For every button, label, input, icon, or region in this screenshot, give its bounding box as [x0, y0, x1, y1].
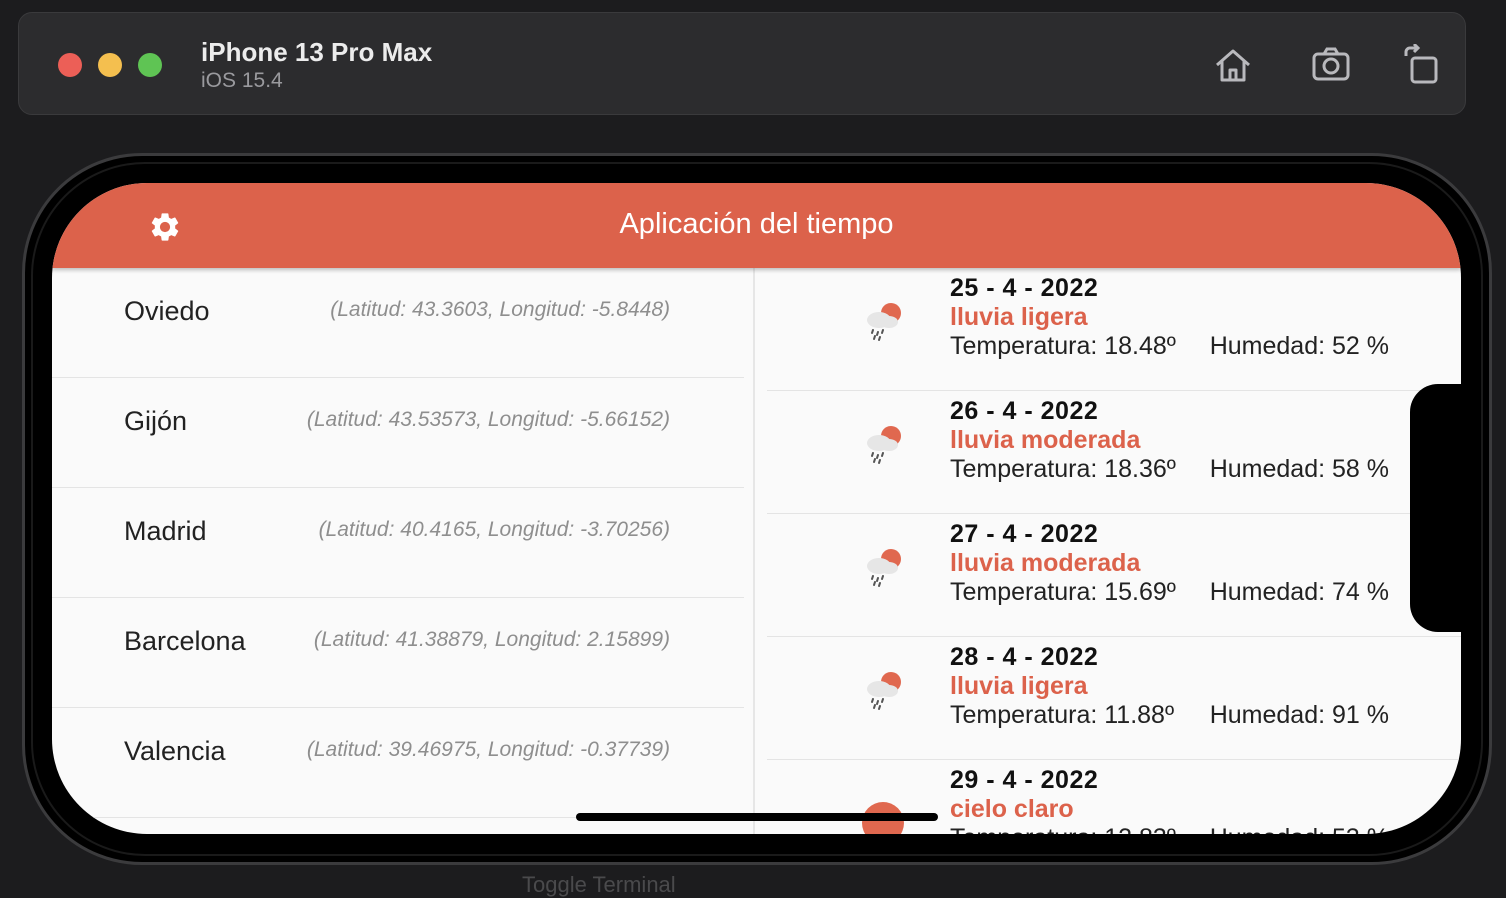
rain-cloud-icon — [867, 303, 901, 341]
city-name: Oviedo — [124, 296, 210, 326]
rain-cloud-icon — [867, 672, 901, 710]
forecast-date: 29 - 4 - 2022 — [950, 766, 1099, 794]
forecast-temperature: Temperatura: 15.69º — [950, 578, 1176, 606]
screenshot-button[interactable] — [1307, 41, 1355, 89]
rain-cloud-icon — [867, 549, 901, 587]
city-name: Gijón — [124, 406, 188, 436]
forecast-list: 25 - 4 - 2022 lluvia ligera Temperatura:… — [757, 268, 1461, 834]
close-window-button[interactable] — [58, 53, 82, 77]
app-bar: Aplicación del tiempo — [52, 183, 1461, 268]
phone-screen: Aplicación del tiempo Oviedo (Latitud: 4… — [52, 183, 1461, 834]
forecast-description: lluvia ligera — [950, 672, 1088, 700]
city-row-madrid[interactable]: Madrid (Latitud: 40.4165, Longitud: -3.7… — [52, 488, 744, 598]
city-name: Valencia — [124, 736, 226, 766]
device-name: iPhone 13 Pro Max — [201, 37, 433, 67]
forecast-row[interactable]: 25 - 4 - 2022 lluvia ligera Temperatura:… — [767, 268, 1461, 391]
city-coordinates: (Latitud: 40.4165, Longitud: -3.70256) — [318, 518, 670, 541]
forecast-row[interactable]: 29 - 4 - 2022 cielo claro Temperatura: 1… — [767, 760, 1461, 834]
screenshot-icon — [1312, 47, 1350, 81]
forecast-date: 26 - 4 - 2022 — [950, 397, 1099, 425]
forecast-temperature: Temperatura: 18.48º — [950, 332, 1176, 360]
forecast-humidity: Humedad: 74 % — [1209, 578, 1389, 606]
home-button[interactable] — [1209, 41, 1257, 89]
city-row-gijon[interactable]: Gijón (Latitud: 43.53573, Longitud: -5.6… — [52, 378, 744, 488]
app-title: Aplicación del tiempo — [619, 208, 894, 240]
city-coordinates: (Latitud: 43.3603, Longitud: -5.8448) — [330, 298, 670, 321]
city-row-barcelona[interactable]: Barcelona (Latitud: 41.38879, Longitud: … — [52, 598, 744, 708]
forecast-humidity: Humedad: 53 % — [1210, 824, 1389, 834]
city-name: Madrid — [124, 516, 207, 546]
home-indicator[interactable] — [576, 813, 938, 821]
forecast-temperature: Temperatura: 12.83º — [950, 824, 1176, 834]
forecast-date: 25 - 4 - 2022 — [950, 274, 1099, 302]
forecast-date: 27 - 4 - 2022 — [950, 520, 1099, 548]
device-os-version: iOS 15.4 — [201, 69, 283, 92]
zoom-window-button[interactable] — [138, 53, 162, 77]
forecast-description: cielo claro — [950, 795, 1074, 823]
rotate-button[interactable] — [1397, 41, 1445, 89]
city-list: Oviedo (Latitud: 43.3603, Longitud: -5.8… — [52, 268, 755, 834]
city-name: Barcelona — [124, 626, 246, 656]
background-terminal-label: Toggle Terminal — [522, 872, 676, 897]
forecast-humidity: Humedad: 58 % — [1209, 455, 1389, 483]
forecast-humidity: Humedad: 91 % — [1209, 701, 1389, 729]
home-icon — [1216, 49, 1250, 82]
rotate-icon — [1404, 44, 1438, 84]
forecast-description: lluvia ligera — [950, 303, 1088, 331]
city-row-oviedo[interactable]: Oviedo (Latitud: 43.3603, Longitud: -5.8… — [52, 268, 744, 378]
forecast-description: lluvia moderada — [950, 426, 1141, 454]
city-coordinates: (Latitud: 43.53573, Longitud: -5.66152) — [306, 408, 670, 431]
city-coordinates: (Latitud: 41.38879, Longitud: 2.15899) — [313, 628, 670, 651]
forecast-description: lluvia moderada — [950, 549, 1141, 577]
forecast-humidity: Humedad: 52 % — [1209, 332, 1389, 360]
simulator-titlebar: iPhone 13 Pro Max iOS 15.4 — [18, 12, 1466, 115]
city-coordinates: (Latitud: 39.46975, Longitud: -0.37739) — [306, 738, 670, 761]
forecast-temperature: Temperatura: 11.88º — [950, 701, 1175, 729]
forecast-row[interactable]: 26 - 4 - 2022 lluvia moderada Temperatur… — [767, 391, 1461, 514]
city-row-valencia[interactable]: Valencia (Latitud: 39.46975, Longitud: -… — [52, 708, 744, 818]
camera-notch — [1410, 384, 1462, 632]
forecast-row[interactable]: 27 - 4 - 2022 lluvia moderada Temperatur… — [767, 514, 1461, 637]
forecast-row[interactable]: 28 - 4 - 2022 lluvia ligera Temperatura:… — [767, 637, 1461, 760]
rain-cloud-icon — [867, 426, 901, 464]
forecast-temperature: Temperatura: 18.36º — [950, 455, 1176, 483]
forecast-date: 28 - 4 - 2022 — [950, 643, 1099, 671]
minimize-window-button[interactable] — [98, 53, 122, 77]
